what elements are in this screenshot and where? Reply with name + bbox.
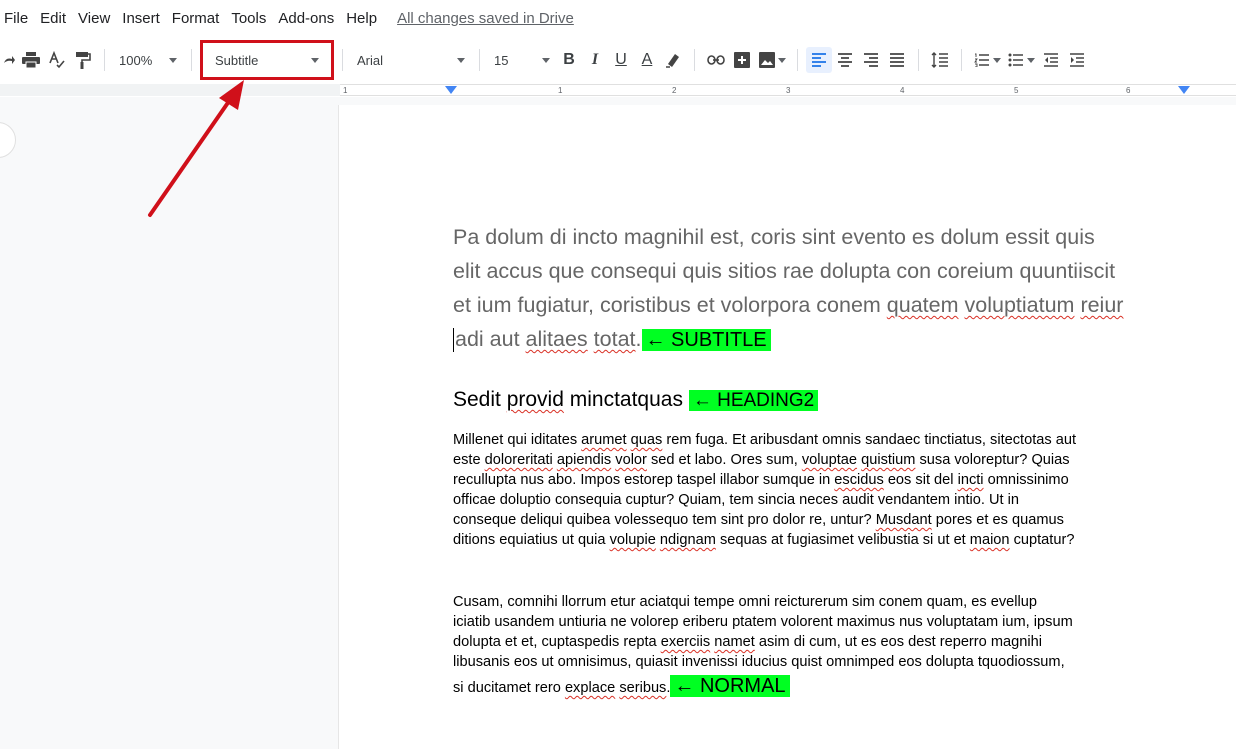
align-right-icon[interactable]: [858, 47, 884, 73]
toolbar-divider: [191, 49, 192, 71]
bold-button[interactable]: B: [556, 47, 582, 73]
justify-icon[interactable]: [884, 47, 910, 73]
underline-icon: U: [615, 51, 627, 68]
italic-button[interactable]: I: [582, 47, 608, 73]
body-line: ditions equiatius ut quia volupie ndigna…: [453, 532, 1075, 548]
ruler-number: 2: [672, 86, 677, 95]
text-cursor: [453, 328, 454, 353]
font-value: Arial: [357, 52, 384, 68]
numbered-list-icon[interactable]: [970, 47, 1004, 73]
spellcheck-icon[interactable]: [44, 47, 70, 73]
toolbar-divider: [104, 49, 105, 71]
toolbar-divider: [342, 49, 343, 71]
menu-help[interactable]: Help: [346, 10, 377, 27]
menu-insert[interactable]: Insert: [122, 10, 160, 27]
insert-image-icon[interactable]: [755, 47, 789, 73]
add-comment-icon[interactable]: [729, 47, 755, 73]
subtitle-paragraph[interactable]: Pa dolum di incto magnihil est, coris si…: [453, 220, 1193, 357]
body-line: conseque deliqui quibea volessequo tem s…: [453, 512, 1064, 528]
font-size-select[interactable]: 15: [488, 46, 556, 74]
heading2-paragraph[interactable]: Sedit provid minctatquas ← HEADING2: [453, 385, 1193, 416]
toolbar-divider: [961, 49, 962, 71]
menu-format[interactable]: Format: [172, 10, 220, 27]
body-line: dolupta et et, cuptaspedis repta exercii…: [453, 634, 1042, 650]
document-page[interactable]: Pa dolum di incto magnihil est, coris si…: [338, 105, 1236, 749]
ruler-number: 1: [558, 86, 563, 95]
menu-bar: File Edit View Insert Format Tools Add-o…: [0, 0, 1236, 36]
menu-edit[interactable]: Edit: [40, 10, 66, 27]
align-center-icon[interactable]: [832, 47, 858, 73]
paint-format-icon[interactable]: [70, 47, 96, 73]
chevron-down-icon: [169, 57, 177, 63]
chevron-down-icon: [542, 57, 550, 63]
menu-addons[interactable]: Add-ons: [278, 10, 334, 27]
ruler: 1 1 2 3 4 5 6: [0, 84, 1236, 96]
subtitle-line: elit accus que consequi quis sitios rae …: [453, 259, 1116, 283]
menu-file[interactable]: File: [4, 10, 28, 27]
body-line: officae doluptio consequia cuptur? Quiam…: [453, 492, 1019, 508]
outline-toggle[interactable]: [0, 122, 16, 158]
save-status-link[interactable]: All changes saved in Drive: [397, 10, 574, 27]
body-line: libusanis eos ut omnisimus, quiasit inve…: [453, 654, 1065, 670]
document-workspace: Pa dolum di incto magnihil est, coris si…: [0, 97, 1236, 749]
subtitle-line: adi aut alitaes totat. ← SUBTITLE: [453, 322, 1193, 357]
chevron-down-icon: [1026, 57, 1035, 63]
paragraph-style-select[interactable]: Subtitle: [200, 40, 334, 80]
body-line: iciatib usandem untiuria ne volorep erib…: [453, 614, 1073, 630]
toolbar-divider: [797, 49, 798, 71]
subtitle-annotation-label: ← SUBTITLE: [641, 329, 771, 351]
redo-icon[interactable]: [0, 47, 18, 73]
increase-indent-icon[interactable]: [1064, 47, 1090, 73]
chevron-down-icon: [777, 57, 786, 63]
ruler-page-area: 1 1 2 3 4 5 6: [340, 84, 1236, 96]
body-line: Cusam, comnihi llorrum etur aciatqui tem…: [453, 594, 1037, 610]
bold-icon: B: [563, 51, 575, 68]
decrease-indent-icon[interactable]: [1038, 47, 1064, 73]
bulleted-list-icon[interactable]: [1004, 47, 1038, 73]
align-left-icon[interactable]: [806, 47, 832, 73]
body-line: este doloreritati apiendis volor sed et …: [453, 452, 1070, 468]
paragraph-style-value: Subtitle: [215, 52, 259, 68]
subtitle-line: Pa dolum di incto magnihil est, coris si…: [453, 225, 1095, 249]
chevron-down-icon: [311, 57, 319, 63]
chevron-down-icon: [457, 57, 465, 63]
toolbar-divider: [479, 49, 480, 71]
font-select[interactable]: Arial: [351, 46, 471, 74]
toolbar-divider: [694, 49, 695, 71]
menu-view[interactable]: View: [78, 10, 110, 27]
zoom-select[interactable]: 100%: [113, 46, 183, 74]
subtitle-line: et ium fugiatur, coristibus et volorpora…: [453, 293, 1124, 317]
body-line: recullupta nus abo. Impos estorep taspel…: [453, 472, 1069, 488]
heading2-annotation-label: ← HEADING2: [688, 390, 819, 411]
menu-tools[interactable]: Tools: [231, 10, 266, 27]
chevron-down-icon: [992, 57, 1001, 63]
text-color-button[interactable]: A: [634, 47, 660, 73]
ruler-number: 5: [1014, 86, 1019, 95]
body-paragraph[interactable]: Cusam, comnihi llorrum etur aciatqui tem…: [453, 592, 1193, 698]
print-icon[interactable]: [18, 47, 44, 73]
zoom-value: 100%: [119, 52, 153, 68]
ruler-number: 4: [900, 86, 905, 95]
ruler-number: 3: [786, 86, 791, 95]
body-paragraph[interactable]: Millenet qui iditates arumet quas rem fu…: [453, 430, 1193, 550]
italic-icon: I: [591, 51, 599, 68]
ruler-number: 6: [1126, 86, 1131, 95]
font-size-value: 15: [494, 52, 509, 68]
right-indent-marker[interactable]: [1178, 86, 1190, 94]
ruler-number: 1: [343, 86, 348, 95]
underline-button[interactable]: U: [608, 47, 634, 73]
toolbar: 100% Subtitle Arial 15 B I U A: [0, 40, 1236, 80]
highlight-color-button[interactable]: [660, 47, 686, 73]
normal-annotation-label: ← NORMAL: [670, 675, 790, 697]
link-icon[interactable]: [703, 47, 729, 73]
left-indent-marker[interactable]: [445, 86, 457, 94]
text-color-icon: A: [641, 51, 653, 68]
body-line: si ducitamet rero explace seribus. ← NORM…: [453, 675, 1193, 698]
line-spacing-icon[interactable]: [927, 47, 953, 73]
toolbar-divider: [918, 49, 919, 71]
body-line: Millenet qui iditates arumet quas rem fu…: [453, 432, 1077, 448]
